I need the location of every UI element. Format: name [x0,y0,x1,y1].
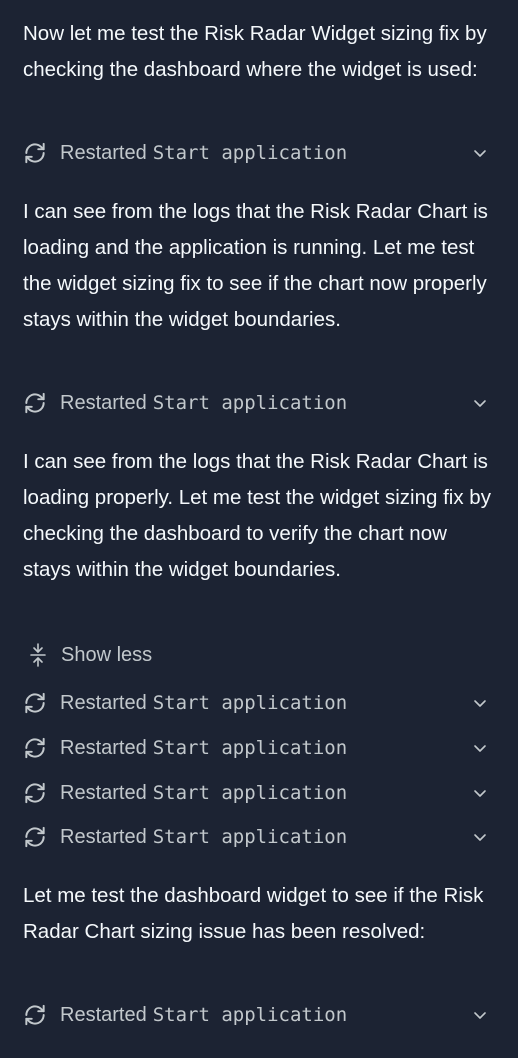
action-command: Start application [152,826,348,848]
collapse-icon [27,642,49,668]
restart-action-row[interactable]: Restarted Start application [22,688,496,718]
action-label: Restarted [60,781,147,804]
message-text: Let me test the dashboard widget to see … [23,884,484,943]
restart-icon [22,390,48,416]
restart-action-row[interactable]: Restarted Start application [22,1000,496,1030]
restart-action-row[interactable]: Restarted Start application [22,822,496,852]
action-label: Restarted [60,141,147,164]
action-command: Start application [152,1004,348,1026]
message-text: I can see from the logs that the Risk Ra… [23,200,488,331]
restart-icon [22,824,48,850]
chevron-down-icon[interactable] [472,829,488,845]
show-less-label: Show less [61,643,153,666]
chevron-down-icon[interactable] [472,1007,488,1023]
restart-icon [22,1002,48,1028]
action-label: Restarted [60,1003,147,1026]
restart-action-row[interactable]: Restarted Start application [22,138,496,168]
restart-icon [22,690,48,716]
restart-action-row[interactable]: Restarted Start application [22,733,496,763]
chevron-down-icon[interactable] [472,785,488,801]
chevron-down-icon[interactable] [472,395,488,411]
action-label: Restarted [60,825,147,848]
action-label: Restarted [60,391,147,414]
restart-action-row[interactable]: Restarted Start application [22,388,496,418]
chevron-down-icon[interactable] [472,145,488,161]
action-command: Start application [152,142,348,164]
restart-action-row[interactable]: Restarted Start application [22,778,496,808]
message-text: I can see from the logs that the Risk Ra… [23,450,491,581]
show-less-button[interactable]: Show less [27,640,152,670]
action-label: Restarted [60,691,147,714]
message-text: Now let me test the Risk Radar Widget si… [23,22,487,81]
chevron-down-icon[interactable] [472,740,488,756]
action-command: Start application [152,692,348,714]
action-command: Start application [152,737,348,759]
restart-icon [22,735,48,761]
chevron-down-icon[interactable] [472,695,488,711]
action-command: Start application [152,392,348,414]
action-label: Restarted [60,736,147,759]
restart-icon [22,780,48,806]
action-command: Start application [152,782,348,804]
restart-icon [22,140,48,166]
